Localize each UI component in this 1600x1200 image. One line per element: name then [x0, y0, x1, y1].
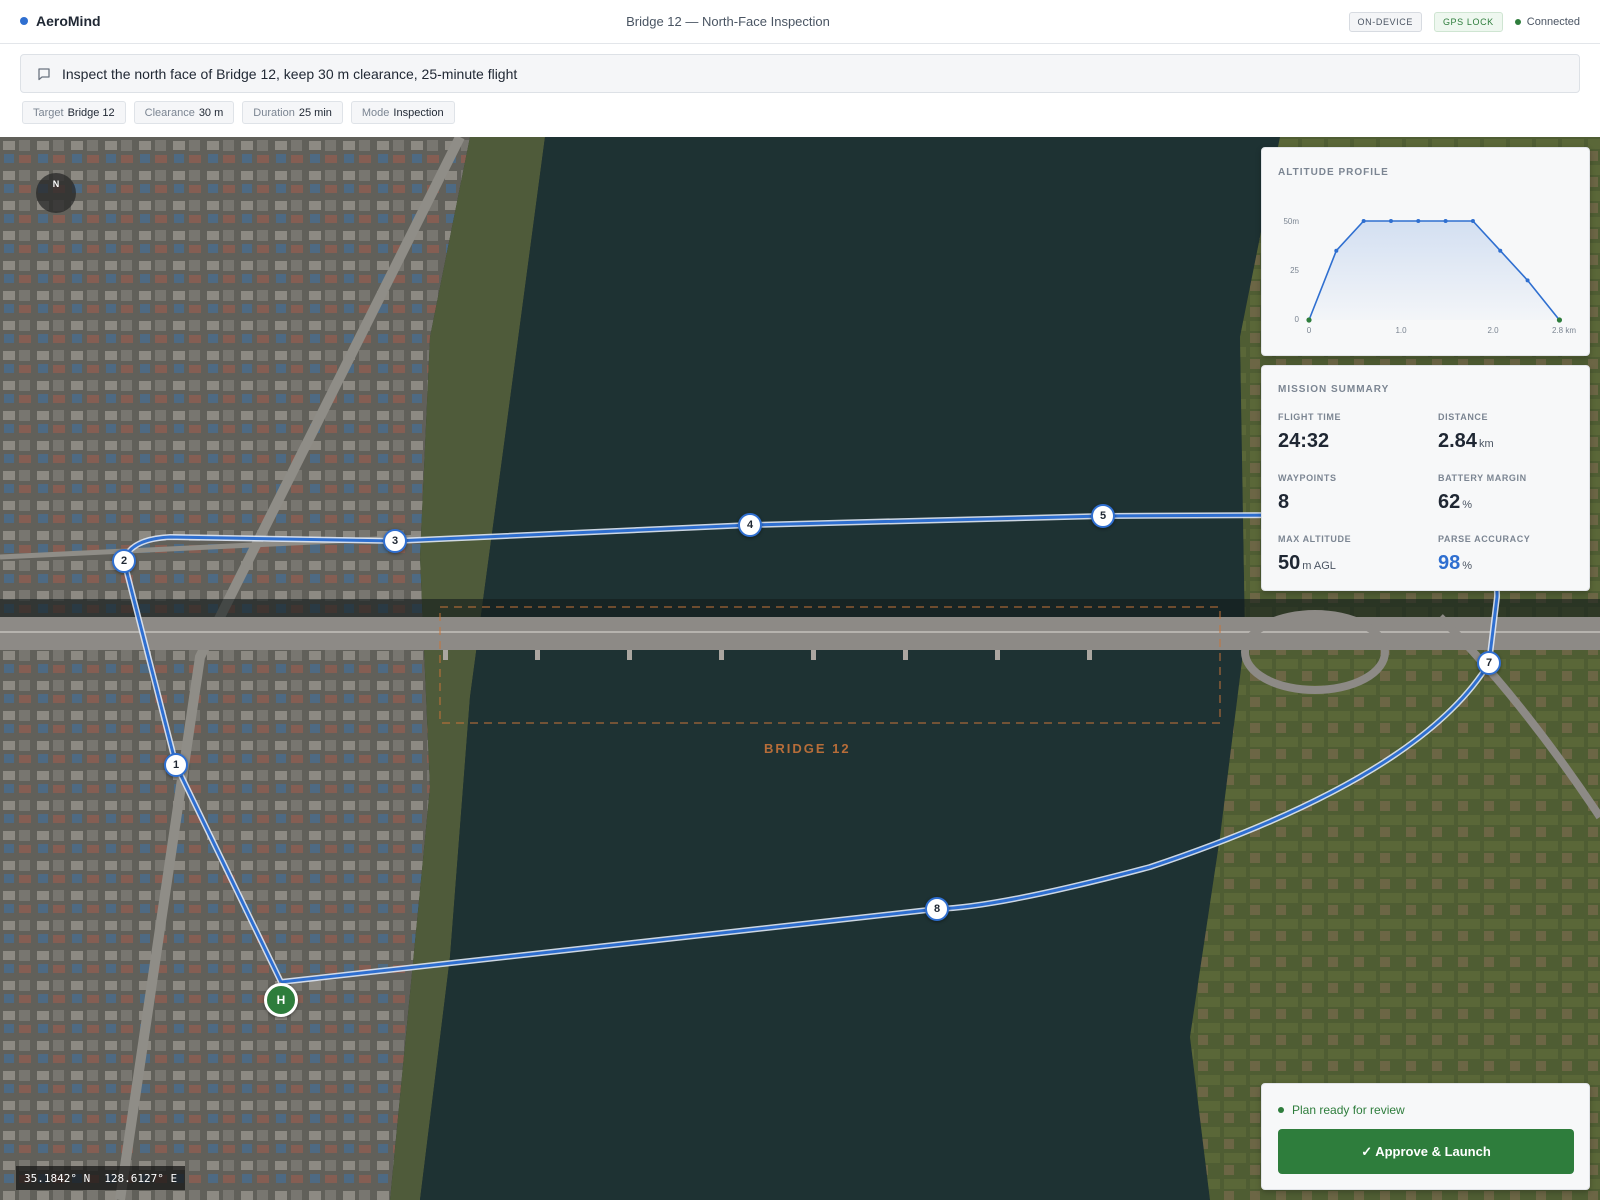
approve-launch-button[interactable]: ✓ Approve & Launch — [1278, 1129, 1574, 1174]
metric-distance: DISTANCE 2.84 km — [1438, 412, 1494, 452]
waypoint-8[interactable]: 8 — [925, 897, 949, 921]
altitude-chart: 50m 25 0 0 1.0 2.0 2.8 km — [1283, 217, 1576, 335]
latitude-readout: 35.1842° N — [24, 1171, 91, 1185]
metric-battery-margin: BATTERY MARGIN 62% — [1438, 473, 1527, 513]
waypoint-5[interactable]: 5 — [1091, 504, 1115, 528]
altitude-point — [1525, 278, 1530, 283]
metric-parse-accuracy: PARSE ACCURACY 98% — [1438, 534, 1531, 574]
connection-status: Connected — [1514, 16, 1580, 28]
top-bar: AeroMind Bridge 12 — North-Face Inspecti… — [0, 0, 1600, 44]
prompt-text: Inspect the north face of Bridge 12, kee… — [62, 65, 518, 82]
altitude-point — [1416, 219, 1421, 223]
param-mode[interactable]: Mode Inspection — [350, 101, 455, 124]
x-tick-2: 2.0 — [1487, 326, 1499, 335]
param-duration[interactable]: Duration 25 min — [242, 101, 343, 124]
mission-prompt-input[interactable]: Inspect the north face of Bridge 12, kee… — [20, 54, 1580, 93]
gps-lock-badge: GPS LOCK — [1433, 12, 1503, 32]
bridge-zone-label: BRIDGE 12 — [764, 741, 851, 756]
altitude-point — [1334, 248, 1339, 253]
altitude-point — [1388, 219, 1393, 223]
altitude-point — [1470, 219, 1475, 223]
cursor-coordinates: 35.1842° N 128.6127° E — [16, 1166, 186, 1190]
metric-waypoints: WAYPOINTS 8 — [1278, 473, 1337, 513]
altitude-area — [1309, 221, 1560, 320]
metric-flight-time: FLIGHT TIME 24:32 — [1278, 412, 1342, 452]
waypoint-4[interactable]: 4 — [738, 513, 762, 537]
parsed-parameters: Target Bridge 12 Clearance 30 m Duration 25… — [22, 101, 455, 124]
waypoint-home[interactable]: H — [264, 983, 298, 1017]
launch-panel: Plan ready for review ✓ Approve & Launch — [1261, 1083, 1590, 1190]
altitude-point — [1556, 317, 1563, 323]
waypoint-1[interactable]: 1 — [164, 753, 188, 777]
param-target[interactable]: Target Bridge 12 — [22, 101, 126, 124]
compass-north-label: N — [52, 179, 60, 189]
ready-dot-icon — [1278, 1107, 1284, 1113]
altitude-point — [1443, 219, 1448, 223]
compass-icon[interactable]: N — [36, 173, 76, 213]
mission-summary-panel: MISSION SUMMARY FLIGHT TIME 24:32 DISTAN… — [1261, 365, 1590, 591]
connection-label: Connected — [1526, 16, 1580, 28]
plan-status-label: Plan ready for review — [1292, 1103, 1405, 1117]
altitude-point — [1306, 317, 1312, 323]
longitude-readout: 128.6127° E — [104, 1171, 178, 1185]
y-tick-50: 50m — [1283, 217, 1299, 226]
on-device-badge: ON-DEVICE — [1348, 12, 1422, 32]
metric-max-altitude: MAX ALTITUDE 50 m AGL — [1278, 534, 1352, 574]
status-area: ON-DEVICE GPS LOCK Connected — [1348, 12, 1580, 32]
waypoint-7[interactable]: 7 — [1477, 651, 1501, 675]
chat-bubble-icon — [38, 67, 50, 80]
altitude-point — [1498, 248, 1503, 253]
connection-dot-icon — [1514, 19, 1521, 25]
waypoint-2[interactable]: 2 — [112, 549, 136, 573]
mission-summary-title: MISSION SUMMARY — [1278, 384, 1390, 395]
x-tick-0: 0 — [1307, 326, 1312, 335]
x-tick-1: 1.0 — [1395, 326, 1407, 335]
altitude-point — [1361, 219, 1366, 223]
x-tick-2-8: 2.8 km — [1552, 326, 1576, 335]
altitude-profile-panel: ALTITUDE PROFILE 50m 25 0 0 1.0 2.0 2.8 … — [1261, 147, 1590, 356]
mission-title: Bridge 12 — North-Face Inspection — [626, 14, 830, 29]
param-clearance[interactable]: Clearance 30 m — [133, 101, 235, 124]
y-tick-25: 25 — [1290, 266, 1299, 275]
waypoint-3[interactable]: 3 — [383, 529, 407, 553]
plan-status: Plan ready for review — [1278, 1103, 1405, 1117]
y-tick-0: 0 — [1295, 315, 1300, 324]
